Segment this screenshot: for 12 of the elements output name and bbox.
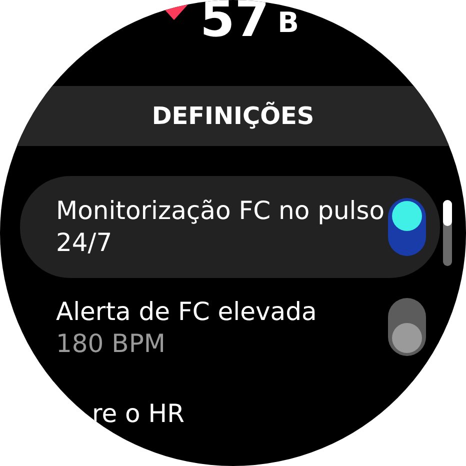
scroll-bar bbox=[443, 200, 452, 266]
toggle-switch[interactable] bbox=[388, 298, 426, 356]
setting-label: Monitorização FC no pulso 24/7 bbox=[56, 194, 386, 259]
selected-setting-row[interactable]: Monitorização FC no pulso 24/7 bbox=[20, 176, 440, 278]
toggle-switch[interactable] bbox=[388, 198, 426, 256]
setting-label: Alerta de FC elevada bbox=[56, 296, 318, 328]
heart-rate-unit: B bbox=[278, 6, 299, 39]
setting-value: 180 BPM bbox=[56, 328, 166, 358]
setting-row[interactable]: re o HR bbox=[20, 398, 440, 430]
setting-row[interactable]: Alerta de FC elevada 180 BPM bbox=[20, 292, 440, 362]
setting-label: re o HR bbox=[92, 398, 186, 430]
header-title: DEFINIÇÕES bbox=[152, 102, 314, 130]
